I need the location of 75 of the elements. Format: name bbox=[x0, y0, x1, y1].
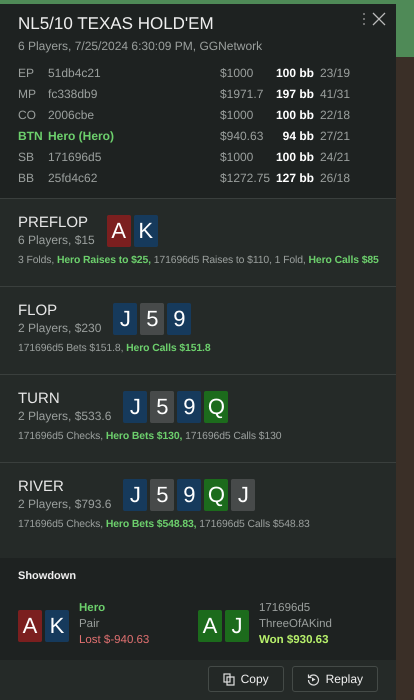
player-position: SB bbox=[18, 149, 36, 165]
player-name: fc338db9 bbox=[48, 86, 98, 102]
playing-card: J bbox=[113, 302, 138, 334]
player-bb: 127 bb bbox=[276, 170, 315, 186]
player-position: EP bbox=[18, 65, 36, 81]
more-button[interactable] bbox=[362, 12, 366, 26]
street-name: FLOP bbox=[18, 302, 58, 319]
player-stats: 26/18 bbox=[320, 170, 352, 186]
player-name: 171696d5 bbox=[259, 602, 312, 614]
playing-card: 9 bbox=[177, 478, 202, 510]
player-name: Hero (Hero) bbox=[48, 128, 116, 144]
hand-title: NL5/10 TEXAS HOLD'EM bbox=[18, 14, 214, 34]
copy-icon bbox=[222, 672, 235, 686]
street-name: TURN bbox=[18, 390, 61, 407]
replay-icon bbox=[306, 672, 320, 686]
player-name: Hero bbox=[79, 602, 106, 614]
player-position: MP bbox=[18, 86, 37, 102]
playing-card: 9 bbox=[177, 390, 202, 422]
playing-card: 5 bbox=[140, 302, 164, 334]
hand-subtitle: 6 Players, 7/25/2024 6:30:09 PM, GGNetwork bbox=[18, 39, 264, 53]
street-actions: 171696d5 Checks, Hero Bets $130, 171696d5 Calls $130 bbox=[18, 430, 282, 444]
player-bb: 100 bb bbox=[276, 149, 315, 165]
player-stats: 22/18 bbox=[320, 107, 352, 123]
player-stack: $1000 bbox=[220, 149, 254, 165]
player-name: 51db4c21 bbox=[48, 65, 102, 81]
street-actions: 3 Folds, Hero Raises to $25, 171696d5 Raises to $110, 1 Fold, Hero Calls $85 bbox=[18, 254, 379, 268]
hand-rank: Pair bbox=[79, 618, 100, 630]
player-stack: $1000 bbox=[220, 107, 254, 123]
playing-card: K bbox=[45, 610, 69, 642]
player-stats: 27/21 bbox=[320, 128, 352, 144]
playing-card: Q bbox=[204, 390, 228, 422]
player-bb: 100 bb bbox=[276, 65, 315, 81]
hand-result: Lost $-940.63 bbox=[79, 634, 150, 646]
player-bb: 100 bb bbox=[276, 107, 315, 123]
player-stats: 23/19 bbox=[320, 65, 352, 81]
close-button[interactable] bbox=[372, 12, 386, 26]
playing-card: J bbox=[123, 390, 148, 422]
playing-card: A bbox=[106, 214, 131, 246]
playing-card: 9 bbox=[167, 302, 192, 334]
replay-button[interactable]: Replay bbox=[292, 666, 378, 692]
street-info: 2 Players, $793.6 bbox=[18, 497, 112, 511]
street-info: 2 Players, $533.6 bbox=[18, 409, 112, 423]
playing-card: Q bbox=[204, 478, 228, 510]
copy-button[interactable]: Copy bbox=[208, 666, 284, 692]
player-position: CO bbox=[18, 107, 37, 123]
player-stack: $1000 bbox=[220, 65, 254, 81]
street-info: 6 Players, $15 bbox=[18, 233, 95, 247]
street-actions: 171696d5 Checks, Hero Bets $548.83, 171696d5 Calls $548.83 bbox=[18, 518, 310, 532]
playing-card: 5 bbox=[150, 478, 174, 510]
player-bb: 197 bb bbox=[276, 86, 315, 102]
player-stack: $940.63 bbox=[220, 128, 264, 144]
player-name: 2006cbe bbox=[48, 107, 96, 123]
playing-card: J bbox=[231, 478, 256, 510]
street-name: PREFLOP bbox=[18, 214, 90, 231]
player-position: BTN bbox=[18, 128, 44, 144]
player-stats: 41/31 bbox=[320, 86, 352, 102]
playing-card: K bbox=[134, 214, 158, 246]
street-name: RIVER bbox=[18, 478, 65, 495]
player-position: BB bbox=[18, 170, 36, 186]
player-name: 25fd4c62 bbox=[48, 170, 98, 186]
player-stack: $1971.7 bbox=[220, 86, 264, 102]
street-info: 2 Players, $230 bbox=[18, 321, 102, 335]
player-bb: 94 bb bbox=[282, 128, 315, 144]
street-actions: 171696d5 Bets $151.8, Hero Calls $151.8 bbox=[18, 342, 211, 356]
playing-card: J bbox=[225, 610, 249, 642]
playing-card: A bbox=[198, 610, 222, 642]
player-stack: $1272.75 bbox=[220, 170, 272, 186]
playing-card: 5 bbox=[150, 390, 174, 422]
hand-rank: ThreeOfAKind bbox=[259, 618, 332, 630]
playing-card: A bbox=[18, 610, 42, 642]
player-stats: 24/21 bbox=[320, 149, 352, 165]
playing-card: J bbox=[123, 478, 148, 510]
hand-result: Won $930.63 bbox=[259, 634, 330, 646]
showdown-title: Showdown bbox=[18, 570, 78, 582]
player-name: 171696d5 bbox=[48, 149, 102, 165]
